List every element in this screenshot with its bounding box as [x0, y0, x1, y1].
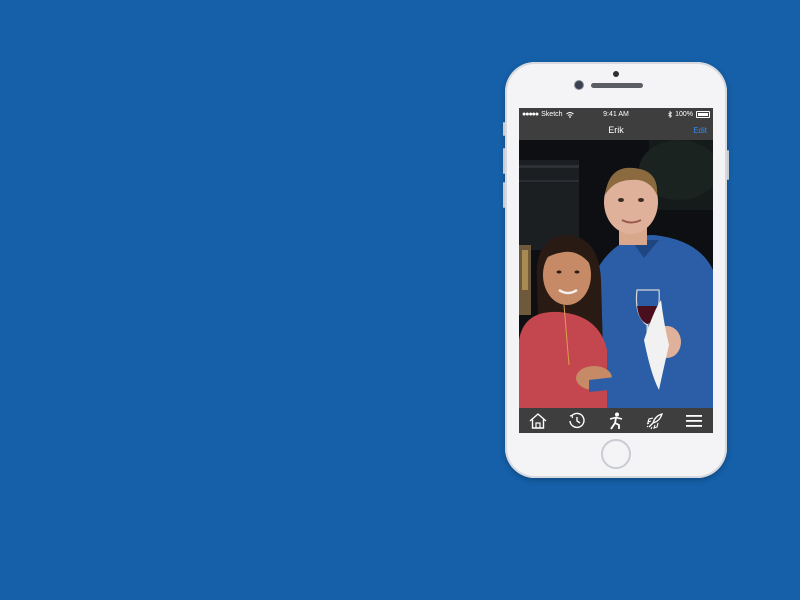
phone-screen: ●●●●● Sketch 9:41 AM 100% Erik Edit	[519, 108, 713, 433]
volume-up-button	[503, 148, 505, 174]
mute-switch	[503, 122, 505, 136]
tab-home[interactable]	[525, 410, 551, 432]
phone-home-button[interactable]	[601, 439, 631, 469]
home-icon	[529, 412, 547, 429]
menu-icon	[685, 414, 702, 427]
edit-button[interactable]: Edit	[693, 126, 707, 135]
rocket-icon	[646, 412, 663, 429]
bluetooth-icon	[668, 111, 673, 118]
tab-bar	[519, 408, 713, 433]
activity-icon	[609, 412, 623, 429]
phone-frame: ●●●●● Sketch 9:41 AM 100% Erik Edit	[503, 62, 729, 478]
earpiece-speaker	[591, 83, 643, 88]
tab-menu[interactable]	[681, 410, 707, 432]
tab-activity[interactable]	[603, 410, 629, 432]
page-title: Erik	[608, 125, 624, 135]
photo-content-illustration	[519, 140, 713, 408]
battery-icon	[696, 111, 710, 118]
navigation-bar: Erik Edit	[519, 122, 713, 140]
history-icon	[569, 412, 585, 428]
profile-photo	[519, 140, 713, 408]
tab-rocket[interactable]	[642, 410, 668, 432]
volume-down-button	[503, 182, 505, 208]
status-bar: ●●●●● Sketch 9:41 AM 100%	[519, 108, 713, 122]
battery-percent: 100%	[675, 111, 693, 118]
tab-history[interactable]	[564, 410, 590, 432]
power-button	[727, 150, 729, 180]
proximity-sensor	[613, 71, 619, 77]
front-camera	[575, 81, 583, 89]
